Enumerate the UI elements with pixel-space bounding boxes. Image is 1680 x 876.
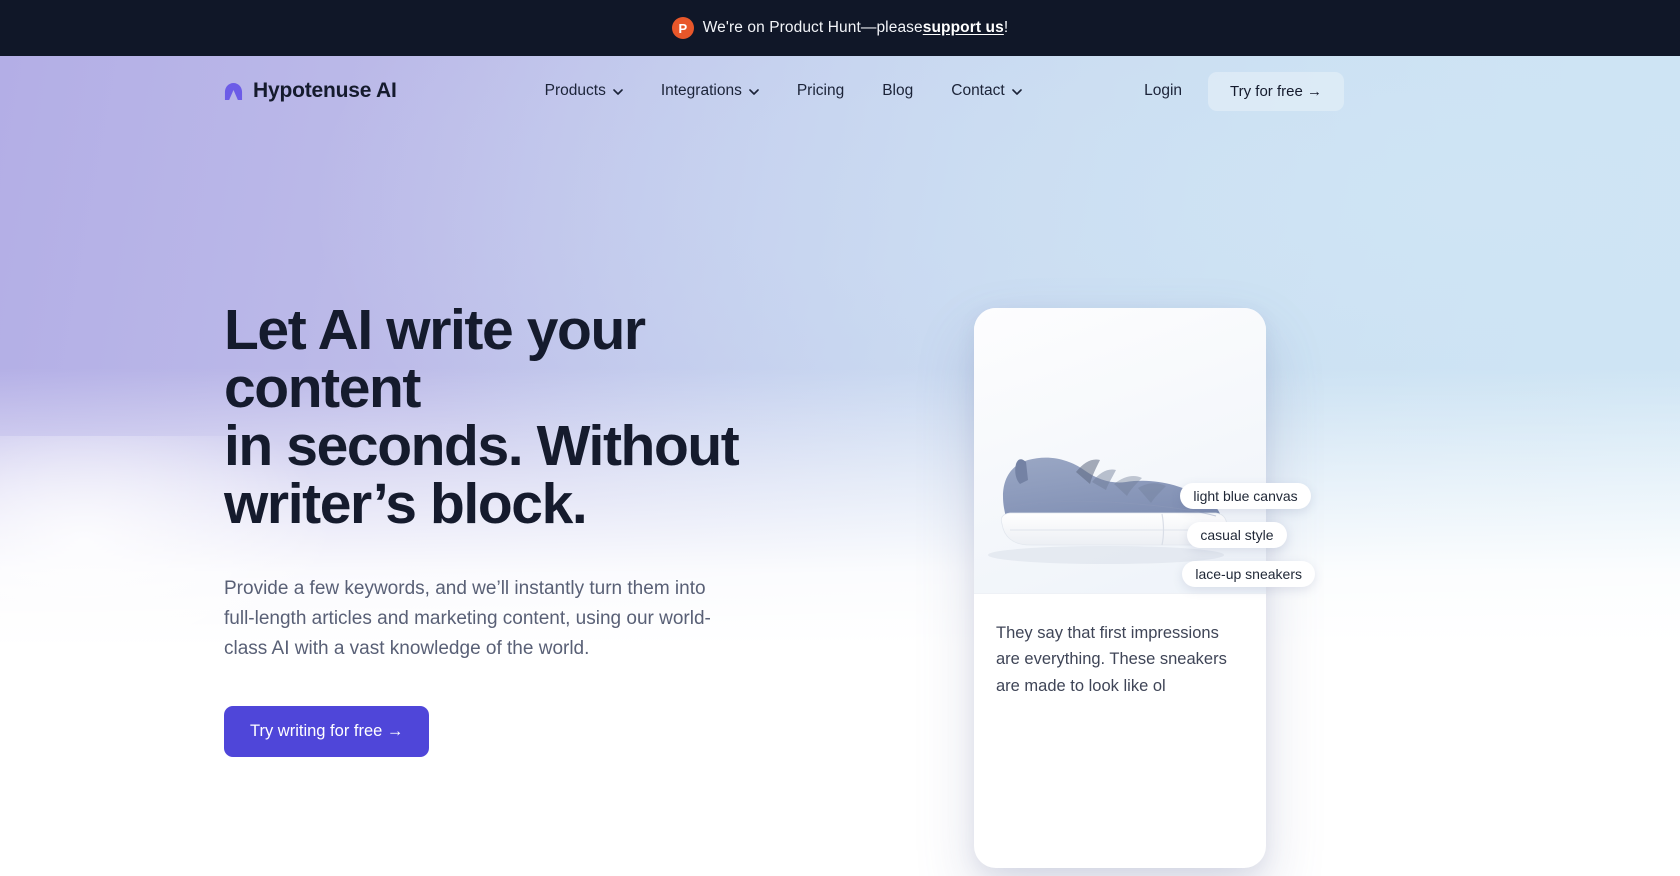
hero-subtext: Provide a few keywords, and we’ll instan… (224, 577, 711, 659)
page-title: Let AI write your content in seconds. Wi… (224, 298, 740, 537)
hero-content: Let AI write your content in seconds. Wi… (0, 126, 1680, 868)
announcement-text-before: We're on Product Hunt—please (702, 19, 923, 36)
nav-item-blog-label: Blog (882, 82, 914, 99)
tag-casual-style[interactable]: casual style (1187, 522, 1287, 548)
try-writing-for-free-button[interactable]: Try writing for free → (224, 705, 430, 757)
nav-links: Products Integrations Pricing Blog Conta… (545, 82, 1022, 100)
announcement-text-after: ! (1003, 19, 1009, 36)
announcement-text: We're on Product Hunt—please support us! (703, 19, 1009, 37)
nav-item-products[interactable]: Products (545, 82, 623, 100)
hero-copy: Let AI write your content in seconds. Wi… (224, 126, 824, 868)
nav-item-integrations[interactable]: Integrations (661, 82, 759, 100)
main-navigation: Hypotenuse AI Products Integrations Pric… (0, 56, 1680, 126)
product-hunt-letter: P (678, 20, 688, 36)
nav-item-contact-label: Contact (951, 82, 1005, 99)
generated-text: They say that first impressions are ever… (996, 624, 1227, 695)
logo-text: Hypotenuse AI (253, 79, 397, 102)
product-hunt-icon: P (671, 17, 694, 39)
tag-light-blue-canvas[interactable]: light blue canvas (1180, 483, 1311, 509)
tag-lace-up-sneakers[interactable]: lace-up sneakers (1182, 561, 1315, 587)
chevron-down-icon (749, 89, 759, 95)
nav-item-blog[interactable]: Blog (882, 82, 913, 100)
chevron-down-icon (1011, 89, 1022, 95)
login-link[interactable]: Login (1144, 82, 1182, 100)
try-for-free-button[interactable]: Try for free → (1208, 71, 1344, 111)
nav-actions: Login Try for free → (1144, 71, 1344, 111)
announcement-banner: P We're on Product Hunt—please support us… (0, 0, 1680, 56)
nav-item-pricing[interactable]: Pricing (797, 82, 844, 100)
product-card: They say that first impressions are ever… (974, 308, 1315, 868)
product-tags: light blue canvas casual style lace-up s… (1180, 483, 1315, 587)
nav-item-products-label: Products (544, 82, 606, 99)
logo[interactable]: Hypotenuse AI (224, 79, 397, 103)
nav-item-pricing-label: Pricing (796, 82, 845, 99)
hypotenuse-logo-icon (224, 82, 243, 100)
nav-item-integrations-label: Integrations (660, 82, 742, 99)
product-card-area: They say that first impressions are ever… (974, 126, 1315, 868)
hero-section: Hypotenuse AI Products Integrations Pric… (0, 56, 1680, 876)
chevron-down-icon (613, 89, 623, 95)
nav-item-contact[interactable]: Contact (951, 82, 1022, 100)
support-us-link[interactable]: support us (923, 19, 1004, 37)
